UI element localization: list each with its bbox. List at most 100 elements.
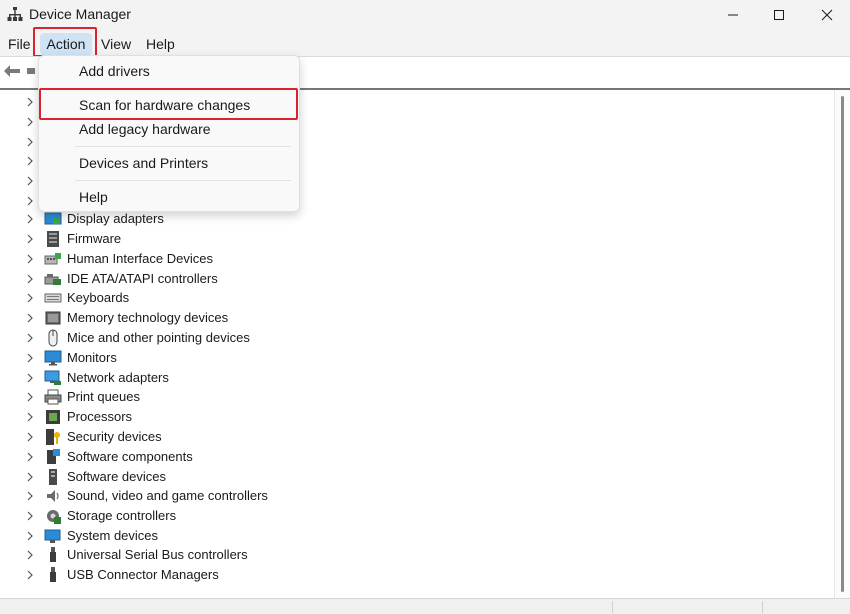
tree-item-security-devices[interactable]: Security devices bbox=[0, 427, 400, 447]
tree-item-monitors[interactable]: Monitors bbox=[0, 348, 400, 368]
tree-item-label: Storage controllers bbox=[67, 508, 177, 523]
chevron-right-icon[interactable] bbox=[26, 549, 34, 561]
menu-separator bbox=[75, 146, 291, 147]
tree-item-software-components[interactable]: Software components bbox=[0, 447, 400, 467]
tree-item-human-interface-devices[interactable]: Human Interface Devices bbox=[0, 249, 400, 269]
chevron-right-icon[interactable] bbox=[26, 332, 34, 344]
menu-separator bbox=[75, 180, 291, 181]
tree-item-processors[interactable]: Processors bbox=[0, 407, 400, 427]
chevron-right-icon[interactable] bbox=[26, 136, 34, 148]
tree-item-firmware[interactable]: Firmware bbox=[0, 229, 400, 249]
chevron-right-icon[interactable] bbox=[26, 292, 34, 304]
device-manager-icon bbox=[7, 7, 23, 21]
chevron-right-icon[interactable] bbox=[26, 471, 34, 483]
tree-item-label: Software devices bbox=[67, 469, 166, 484]
window-title: Device Manager bbox=[29, 6, 131, 22]
tree-item-label: Processors bbox=[67, 409, 133, 424]
status-bar bbox=[0, 598, 850, 614]
chevron-right-icon[interactable] bbox=[26, 372, 34, 384]
status-divider bbox=[762, 601, 763, 613]
chevron-right-icon[interactable] bbox=[26, 195, 34, 207]
speaker-icon bbox=[47, 490, 59, 502]
tree-item-system-devices[interactable]: System devices bbox=[0, 526, 400, 546]
menu-view[interactable]: View bbox=[95, 33, 137, 55]
tree-item-keyboards[interactable]: Keyboards bbox=[0, 288, 400, 308]
chevron-right-icon[interactable] bbox=[26, 312, 34, 324]
tree-item-label: IDE ATA/ATAPI controllers bbox=[67, 271, 218, 286]
minimize-icon bbox=[728, 14, 738, 16]
chevron-right-icon[interactable] bbox=[26, 253, 34, 265]
tree-item-print-queues[interactable]: Print queues bbox=[0, 387, 400, 407]
tree-item-storage-controllers[interactable]: Storage controllers bbox=[0, 506, 400, 526]
maximize-button[interactable] bbox=[756, 0, 802, 30]
tree-item-sound-controllers[interactable]: Sound, video and game controllers bbox=[0, 486, 400, 506]
chevron-right-icon[interactable] bbox=[26, 431, 34, 443]
tree-item-label: Universal Serial Bus controllers bbox=[67, 547, 248, 562]
chevron-right-icon[interactable] bbox=[26, 155, 34, 167]
close-button[interactable] bbox=[804, 0, 850, 30]
vertical-scrollbar[interactable] bbox=[834, 90, 850, 598]
chevron-right-icon[interactable] bbox=[26, 352, 34, 364]
tree-item-memory-technology-devices[interactable]: Memory technology devices bbox=[0, 308, 400, 328]
menu-item-help[interactable]: Help bbox=[39, 185, 299, 209]
chevron-right-icon[interactable] bbox=[26, 233, 34, 245]
tree-item-label: Network adapters bbox=[67, 370, 169, 385]
chevron-right-icon[interactable] bbox=[26, 510, 34, 522]
chevron-right-icon[interactable] bbox=[26, 116, 34, 128]
chevron-right-icon[interactable] bbox=[26, 96, 34, 108]
chevron-right-icon[interactable] bbox=[26, 273, 34, 285]
chevron-right-icon[interactable] bbox=[26, 569, 34, 581]
tree-item-mice[interactable]: Mice and other pointing devices bbox=[0, 328, 400, 348]
tree-item-usb-connector-managers[interactable]: USB Connector Managers bbox=[0, 565, 400, 585]
tree-item-label: Human Interface Devices bbox=[67, 251, 213, 266]
display-adapter-icon bbox=[44, 212, 62, 225]
mouse-icon bbox=[48, 329, 58, 347]
usb-icon bbox=[50, 547, 56, 562]
tree-item-label: System devices bbox=[67, 528, 159, 543]
tree-item-display-adapters[interactable]: Display adapters bbox=[0, 209, 400, 229]
firmware-icon bbox=[47, 231, 59, 247]
tree-item-label: Memory technology devices bbox=[67, 310, 229, 325]
storage-controller-icon bbox=[47, 510, 61, 524]
tree-item-label: USB Connector Managers bbox=[67, 567, 219, 582]
chevron-right-icon[interactable] bbox=[26, 391, 34, 403]
software-device-icon bbox=[49, 469, 57, 485]
chevron-right-icon[interactable] bbox=[26, 411, 34, 423]
chevron-right-icon[interactable] bbox=[26, 213, 34, 225]
action-menu-highlight-box bbox=[33, 27, 97, 57]
network-adapter-icon bbox=[44, 370, 61, 385]
menu-bar: File Action View Help bbox=[0, 30, 850, 56]
tree-item-label: Print queues bbox=[67, 389, 140, 404]
menu-item-devices-and-printers[interactable]: Devices and Printers bbox=[39, 151, 299, 175]
processor-icon bbox=[46, 410, 60, 424]
tree-item-usb-controllers[interactable]: Universal Serial Bus controllers bbox=[0, 545, 400, 565]
menu-file[interactable]: File bbox=[2, 33, 37, 55]
menu-help[interactable]: Help bbox=[140, 33, 181, 55]
title-bar: Device Manager bbox=[0, 0, 850, 30]
menu-item-add-drivers[interactable]: Add drivers bbox=[39, 59, 299, 83]
system-device-icon bbox=[44, 529, 61, 543]
tree-item-software-devices[interactable]: Software devices bbox=[0, 467, 400, 487]
chevron-right-icon[interactable] bbox=[26, 451, 34, 463]
chevron-right-icon[interactable] bbox=[26, 490, 34, 502]
tree-item-network-adapters[interactable]: Network adapters bbox=[0, 368, 400, 388]
software-component-icon bbox=[47, 449, 60, 464]
close-icon bbox=[821, 9, 833, 21]
usb-connector-icon bbox=[50, 567, 56, 582]
chevron-right-icon[interactable] bbox=[26, 175, 34, 187]
menu-item-add-legacy-hardware[interactable]: Add legacy hardware bbox=[39, 117, 299, 141]
action-dropdown-menu: Add drivers Scan for hardware changes Ad… bbox=[38, 55, 300, 212]
scrollbar-thumb[interactable] bbox=[841, 96, 844, 592]
forward-icon[interactable] bbox=[26, 65, 36, 77]
tree-item-label: Mice and other pointing devices bbox=[67, 330, 250, 345]
back-arrow-icon[interactable] bbox=[2, 63, 22, 79]
memory-device-icon bbox=[45, 311, 61, 325]
chevron-right-icon[interactable] bbox=[26, 530, 34, 542]
tree-item-ide-controllers[interactable]: IDE ATA/ATAPI controllers bbox=[0, 269, 400, 289]
tree-item-label: Security devices bbox=[67, 429, 162, 444]
tree-item-label: Sound, video and game controllers bbox=[67, 488, 268, 503]
monitor-icon bbox=[44, 350, 62, 366]
tree-item-label: Display adapters bbox=[67, 211, 164, 226]
minimize-button[interactable] bbox=[710, 0, 756, 30]
tree-item-label: Firmware bbox=[67, 231, 122, 246]
